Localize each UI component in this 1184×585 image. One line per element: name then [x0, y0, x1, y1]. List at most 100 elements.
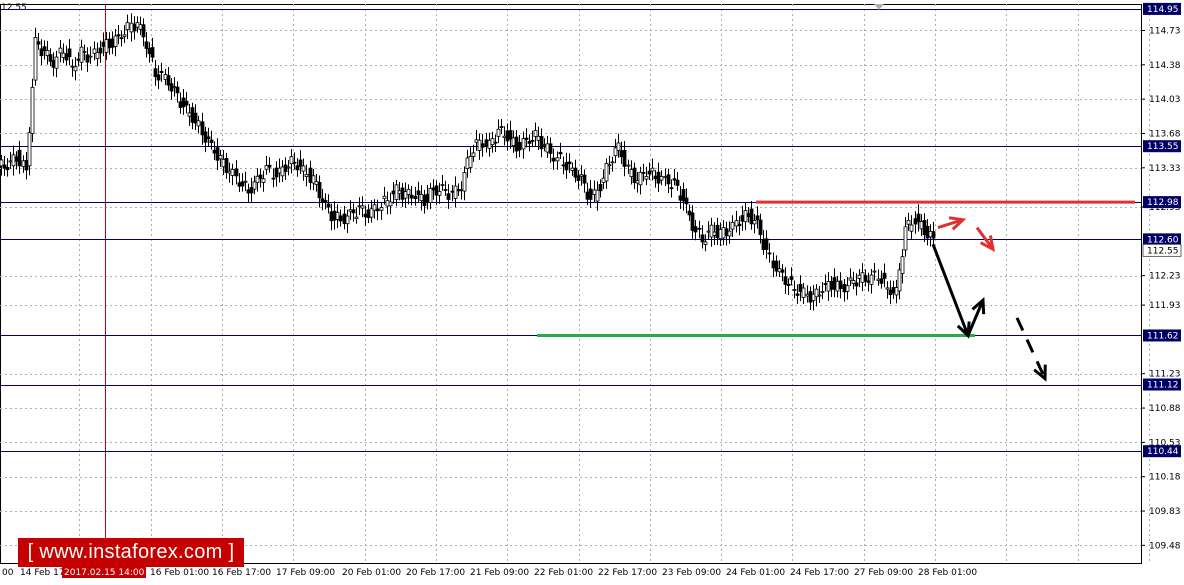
candle-body	[783, 276, 788, 285]
candle-body	[820, 291, 825, 293]
candle-body	[854, 282, 859, 287]
candle-body	[237, 182, 242, 187]
candle-body	[61, 52, 66, 58]
candle-body	[79, 46, 84, 63]
candle-body	[922, 220, 927, 236]
instaforex-watermark[interactable]: [ www.instaforex.com ]	[18, 538, 244, 567]
candle-body	[570, 167, 575, 171]
level-badge-label: 111.62	[1147, 331, 1179, 341]
candle-body	[54, 56, 59, 69]
candle-body	[366, 209, 371, 219]
candle-body	[255, 175, 260, 183]
candle-body	[817, 294, 822, 297]
candle-body	[2, 164, 7, 169]
level-badge-label: 112.60	[1147, 235, 1179, 245]
candle-body	[468, 155, 473, 168]
candle-body	[388, 201, 393, 207]
candle-body	[826, 281, 831, 292]
candle-body	[409, 194, 414, 199]
candle-body	[397, 190, 402, 195]
candle-body	[304, 173, 309, 177]
candlesticks	[0, 13, 936, 311]
candle-body	[774, 260, 779, 272]
candle-body	[243, 180, 248, 183]
x-tick-label: 23 Feb 09:00	[662, 568, 721, 578]
candle-body	[610, 161, 615, 164]
candle-body	[209, 139, 214, 143]
candle-body	[508, 130, 513, 140]
candle-body	[891, 287, 896, 294]
candle-body	[697, 227, 702, 230]
candle-body	[267, 164, 272, 168]
candle-body	[823, 283, 828, 285]
candle-body	[425, 193, 430, 202]
x-tick-label: 16 Feb 17:00	[212, 568, 271, 578]
candle-body	[838, 280, 843, 290]
candle-body	[693, 226, 698, 233]
candle-body	[129, 22, 134, 33]
candle-body	[394, 184, 399, 200]
candle-body	[240, 181, 245, 187]
candle-body	[551, 157, 556, 162]
candle-body	[576, 175, 581, 181]
candle-body	[626, 164, 631, 167]
candle-body	[604, 163, 609, 182]
candle-body	[277, 167, 282, 174]
candle-body	[795, 293, 800, 296]
candle-body	[212, 149, 217, 154]
candle-body	[153, 68, 158, 78]
candle-body	[64, 53, 69, 61]
candle-body	[539, 135, 544, 150]
candle-body	[916, 213, 921, 223]
candle-body	[348, 209, 353, 212]
candle-body	[110, 38, 115, 48]
candle-body	[422, 194, 427, 207]
candle-body	[536, 135, 541, 141]
candle-body	[379, 207, 384, 211]
candle-body	[27, 132, 32, 167]
candle-body	[308, 167, 313, 183]
candle-body	[607, 164, 612, 167]
candle-body	[811, 293, 816, 301]
candle-body	[125, 22, 130, 30]
candle-body	[227, 170, 232, 174]
candle-body	[314, 181, 319, 185]
candle-body	[159, 70, 164, 73]
x-axis: 00 14 Feb 17:002017.02.15 14:00 16 Feb 01:…	[2, 566, 977, 578]
candle-body	[848, 277, 853, 281]
candle-body	[752, 220, 757, 225]
candle-body	[588, 188, 593, 200]
candle-body	[635, 180, 640, 184]
candle-body	[456, 189, 461, 192]
candle-body	[909, 224, 914, 232]
candle-body	[487, 139, 492, 149]
candle-body	[474, 139, 479, 143]
candle-body	[767, 252, 772, 255]
candle-body	[672, 178, 677, 181]
candle-body	[354, 216, 359, 220]
candle-body	[224, 158, 229, 173]
candle-body	[548, 143, 553, 154]
x-tick-label: 22 Feb 01:00	[534, 568, 593, 578]
candle-body	[135, 22, 140, 28]
candle-body	[144, 41, 149, 49]
candle-body	[286, 166, 291, 169]
candle-body	[122, 34, 127, 37]
candle-body	[450, 190, 455, 193]
candle-body	[200, 121, 205, 136]
candle-body	[721, 227, 726, 239]
candle-body	[786, 283, 791, 286]
candle-body	[258, 174, 263, 179]
candle-body	[545, 143, 550, 153]
current-price-label: 112.55	[1147, 246, 1179, 256]
candle-body	[413, 195, 418, 200]
candle-body	[845, 285, 850, 292]
candle-body	[85, 54, 90, 63]
candle-body	[715, 224, 720, 239]
candle-body	[138, 24, 143, 30]
candle-body	[496, 128, 501, 137]
candle-body	[524, 137, 529, 140]
x-tick-label-highlight: 2017.02.15 14:00	[64, 568, 145, 578]
candle-body	[289, 156, 294, 165]
candle-body	[156, 74, 161, 81]
